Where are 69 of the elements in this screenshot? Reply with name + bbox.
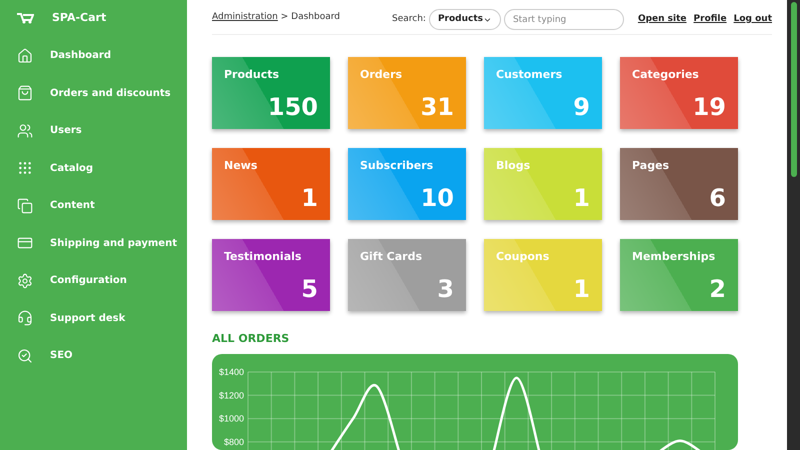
stat-tile[interactable]: Pages 6: [620, 148, 738, 220]
tile-label: Products: [224, 67, 280, 83]
search-field[interactable]: Start typing: [504, 9, 624, 30]
users-icon: [17, 122, 33, 139]
tile-count: 1: [301, 183, 318, 214]
tile-count: 10: [420, 183, 454, 214]
stat-tile[interactable]: Categories 19: [620, 57, 738, 129]
bag-icon: [17, 85, 33, 102]
tile-label: Pages: [632, 158, 670, 174]
tile-label: Testimonials: [224, 249, 302, 265]
tile-count: 1: [573, 183, 590, 214]
search-select[interactable]: Products: [428, 9, 501, 30]
sidebar-item[interactable]: Configuration: [0, 262, 187, 300]
tile-label: Orders: [360, 67, 402, 83]
stat-tile[interactable]: Memberships 2: [620, 239, 738, 311]
tile-count: 150: [268, 92, 318, 123]
breadcrumb: Administration > Dashboard: [212, 10, 340, 24]
search-label: Search:: [392, 12, 426, 26]
tile-label: Customers: [496, 67, 562, 83]
sidebar-item[interactable]: Catalog: [0, 150, 187, 187]
sidebar-item[interactable]: Content: [0, 187, 187, 224]
header-link[interactable]: Log out: [734, 12, 772, 26]
logo-icon: [16, 12, 34, 24]
stat-tile[interactable]: Customers 9: [484, 57, 602, 129]
axis-label: $1200: [218, 390, 244, 400]
tile-count: 6: [709, 183, 726, 214]
brand-name: SPA-Cart: [52, 10, 106, 26]
axis-label: $1000: [218, 413, 244, 424]
tile-count: 9: [573, 92, 590, 123]
stat-tile[interactable]: News 1: [212, 148, 330, 220]
tile-label: Categories: [632, 67, 699, 83]
tile-count: 5: [301, 274, 318, 305]
settings-icon: [17, 272, 33, 289]
tile-count: 1: [573, 274, 590, 305]
breadcrumb-link[interactable]: Administration: [212, 12, 278, 22]
sidebar-item[interactable]: SEO: [0, 337, 187, 374]
tile-label: Blogs: [496, 158, 530, 174]
stat-tile[interactable]: Coupons 1: [484, 239, 602, 311]
sidebar-item[interactable]: Shipping and payment: [0, 224, 187, 262]
tile-label: Coupons: [496, 249, 550, 265]
tile-count: 19: [692, 92, 726, 123]
tile-count: 3: [437, 274, 454, 305]
search-icon: [17, 348, 33, 364]
copy-icon: [17, 198, 33, 214]
scrollbar-thumb[interactable]: [790, 2, 796, 177]
sidebar-item[interactable]: Support desk: [0, 300, 187, 337]
tile-label: Subscribers: [360, 158, 434, 174]
grid-icon: [17, 160, 33, 176]
stat-tile[interactable]: Testimonials 5: [212, 239, 330, 311]
tile-label: News: [224, 158, 258, 174]
section-title: ALL ORDERS: [212, 331, 290, 347]
tile-count: 31: [420, 92, 454, 123]
axis-label: $1400: [218, 366, 244, 376]
headset-icon: [17, 310, 33, 326]
stat-tile[interactable]: Orders 31: [348, 57, 466, 129]
stat-tile[interactable]: Products 150: [212, 57, 330, 129]
header-link[interactable]: Open site: [638, 12, 687, 26]
axis-label: $800: [224, 436, 244, 446]
stat-tile[interactable]: Blogs 1: [484, 148, 602, 220]
sidebar-item[interactable]: Users: [0, 112, 187, 150]
home-icon: [17, 48, 33, 64]
tile-label: Gift Cards: [360, 249, 422, 265]
sidebar-item[interactable]: Orders and discounts: [0, 74, 187, 112]
header-link[interactable]: Profile: [694, 12, 727, 26]
tile-label: Memberships: [632, 249, 716, 265]
stat-tile[interactable]: Subscribers 10: [348, 148, 466, 220]
tile-count: 2: [709, 274, 726, 305]
stat-tile[interactable]: Gift Cards 3: [348, 239, 466, 311]
sidebar-item[interactable]: Dashboard: [0, 37, 187, 74]
